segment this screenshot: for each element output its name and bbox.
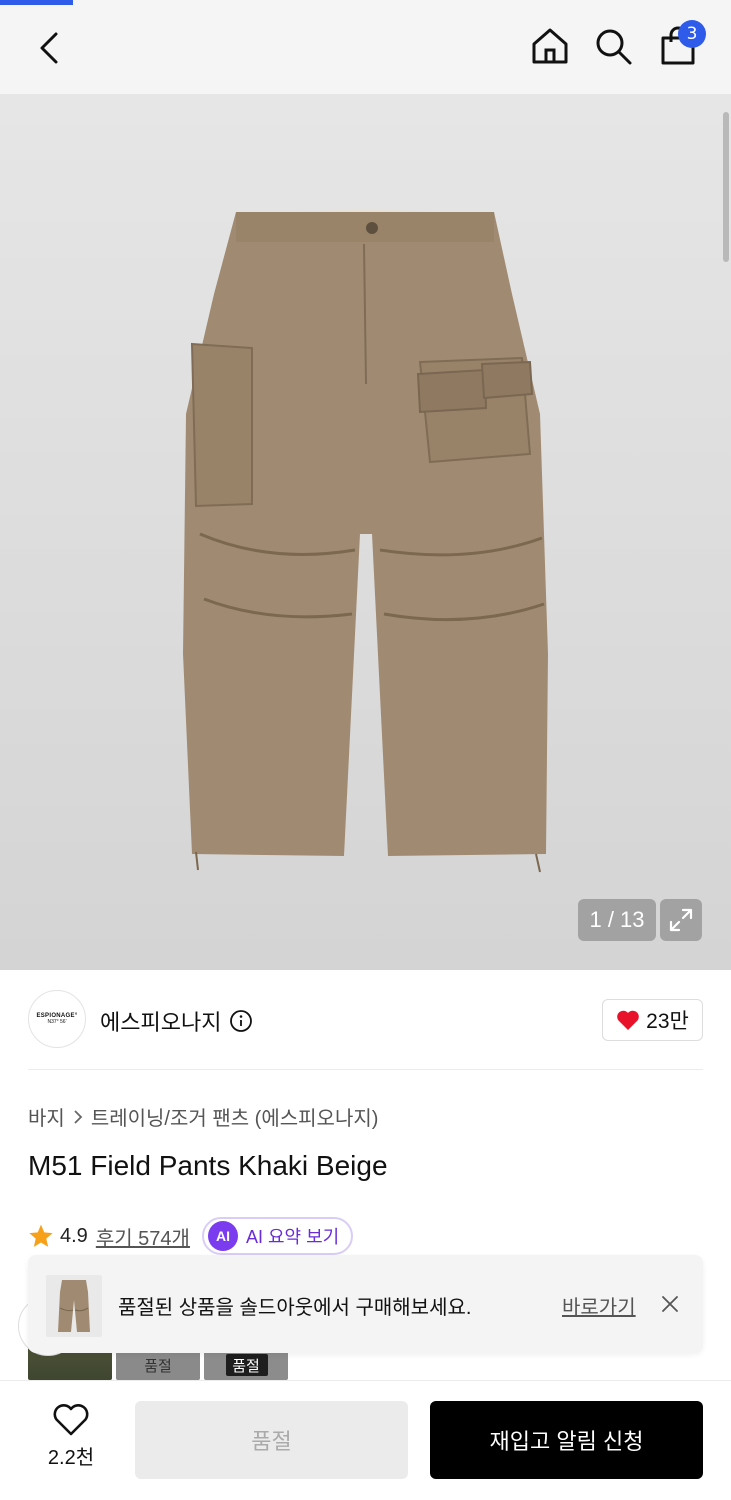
review-count-link[interactable]: 후기 574개 [96, 1222, 190, 1251]
breadcrumb-category[interactable]: 바지 [28, 1102, 65, 1131]
chevron-left-icon [40, 32, 58, 64]
cart-button[interactable]: 3 [654, 20, 706, 70]
brand-like-count: 23만 [646, 1010, 689, 1033]
restock-alert-button[interactable]: 재입고 알림 신청 [430, 1401, 703, 1479]
home-button[interactable] [526, 22, 574, 70]
bottom-action-bar: 2.2천 품절 재입고 알림 신청 [0, 1380, 731, 1500]
toast-close-button[interactable] [654, 1288, 686, 1320]
brand-name-link[interactable]: 에스피오나지 [100, 1005, 253, 1037]
soldout-button[interactable]: 품절 [135, 1401, 408, 1479]
star-icon [29, 1224, 53, 1247]
search-icon [596, 29, 632, 65]
brand-name: 에스피오나지 [100, 1010, 222, 1035]
product-image-gallery[interactable]: 1 / 13 [0, 94, 731, 970]
toast-product-thumbnail [46, 1275, 102, 1337]
product-title: M51 Field Pants Khaki Beige [28, 1150, 388, 1181]
ai-summary-button[interactable]: AI AI 요약 보기 [201, 1217, 354, 1255]
brand-logo[interactable]: ESPIONAGE° N37° 56' [28, 990, 86, 1048]
fullscreen-button[interactable] [660, 899, 702, 941]
toast-message: 품절된 상품을 솔드아웃에서 구매해보세요. [118, 1297, 472, 1319]
top-navigation-bar: 3 [0, 0, 731, 94]
search-button[interactable] [589, 22, 637, 70]
divider [28, 1069, 703, 1070]
chevron-right-icon [74, 1109, 83, 1124]
breadcrumb-subcategory[interactable]: 트레이닝/조거 팬츠 (에스피오나지) [91, 1102, 379, 1131]
breadcrumb: 바지 트레이닝/조거 팬츠 (에스피오나지) [28, 1102, 378, 1131]
image-counter[interactable]: 1 / 13 [578, 899, 656, 941]
back-button[interactable] [26, 24, 74, 72]
ai-badge-icon: AI [207, 1221, 238, 1251]
toast-go-link[interactable]: 바로가기 [562, 1291, 636, 1320]
home-icon [532, 28, 568, 64]
ai-summary-label: AI 요약 보기 [245, 1227, 340, 1247]
product-image [183, 210, 548, 873]
wishlist-button[interactable]: 2.2천 [36, 1403, 106, 1473]
heart-outline-icon [53, 1404, 89, 1436]
expand-icon [669, 908, 693, 932]
heart-filled-icon [617, 1010, 639, 1030]
brand-like-button[interactable]: 23만 [602, 999, 703, 1041]
soldout-toast: 품절된 상품을 솔드아웃에서 구매해보세요. 바로가기 [28, 1255, 703, 1353]
brand-logo-subtext: N37° 56' [47, 1019, 67, 1025]
rating-score: 4.9 [60, 1224, 88, 1247]
swatch-soldout-label: 품절 [232, 1358, 260, 1375]
image-progress-indicator [0, 0, 73, 5]
pants-thumbnail-image [58, 1280, 90, 1332]
cart-count-badge: 3 [678, 20, 706, 48]
rating-row: 4.9 후기 574개 AI AI 요약 보기 [28, 1217, 354, 1255]
swatch-soldout-label: 품절 [144, 1358, 172, 1375]
brand-row: ESPIONAGE° N37° 56' 에스피오나지 23만 [28, 990, 703, 1050]
info-icon[interactable] [229, 1009, 253, 1033]
wishlist-count: 2.2천 [47, 1447, 95, 1469]
close-icon [662, 1296, 678, 1312]
